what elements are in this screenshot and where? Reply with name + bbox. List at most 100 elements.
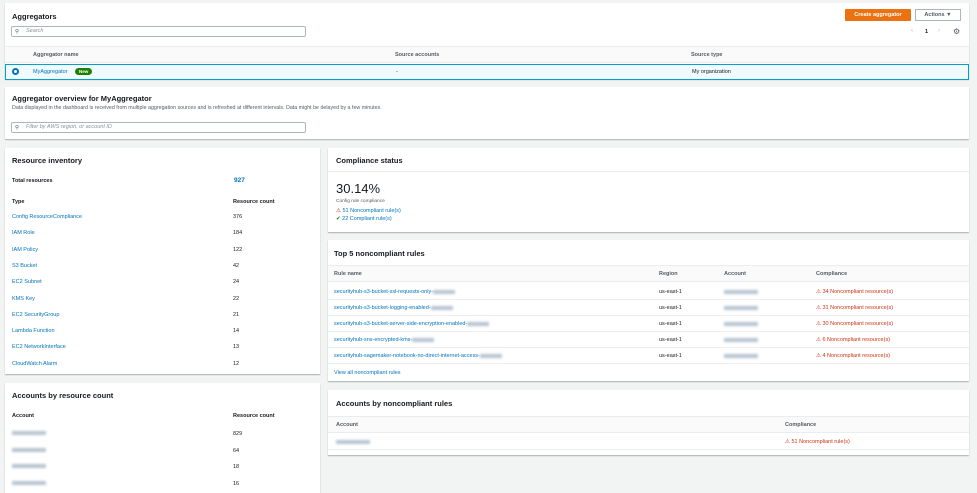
aggregators-title: Aggregators — [12, 12, 57, 21]
filter-placeholder: Filter by AWS region, or account ID — [26, 124, 112, 130]
noncompliant-resources-link[interactable]: ⚠ 6 Noncompliant resource(s) — [816, 337, 890, 343]
resource-count: 829 — [233, 431, 243, 437]
noncompliant-count[interactable]: ⚠ 51 Noncompliant rule(s) — [785, 439, 850, 445]
region: us-east-1 — [659, 337, 682, 343]
noncompliant-resources-link[interactable]: ⚠ 34 Noncompliant resource(s) — [816, 289, 893, 295]
source-type-value: My organization — [692, 69, 731, 75]
rule-name: securityhub-sns-encrypted-kms- — [334, 337, 413, 343]
account-id-redacted[interactable] — [12, 431, 46, 437]
table-row: ⚠ 51 Noncompliant rule(s) — [328, 434, 969, 450]
warning-icon: ⚠ — [816, 337, 821, 343]
rule-name: securityhub-sagemaker-notebook-no-direct… — [334, 353, 480, 359]
resource-type-link[interactable]: EC2 Subnet — [12, 279, 42, 285]
account-id-redacted — [724, 305, 758, 311]
view-all-noncompliant-link[interactable]: View all noncompliant rules — [334, 370, 401, 376]
rule-name-link[interactable]: securityhub-sagemaker-notebook-no-direct… — [334, 353, 502, 359]
warning-icon: ⚠ — [816, 305, 821, 311]
resource-count: 122 — [233, 246, 243, 253]
page-number[interactable]: 1 — [925, 29, 928, 35]
search-icon: ⚲ — [15, 125, 20, 131]
actions-button[interactable]: Actions ▼ — [915, 9, 961, 21]
table-row: securityhub-sns-encrypted-kms- us-east-1… — [328, 332, 969, 348]
search-input[interactable]: ⚲ Search — [11, 26, 306, 37]
col-source-accounts[interactable]: Source accounts — [395, 52, 439, 58]
resource-count: 13 — [233, 344, 240, 351]
region: us-east-1 — [659, 321, 682, 327]
resource-type-link[interactable]: S3 Bucket — [12, 263, 37, 269]
check-circle-icon: ✔ — [336, 216, 341, 222]
resource-count: 376 — [233, 214, 243, 220]
resource-type-link[interactable]: CloudWatch Alarm — [12, 361, 57, 367]
account-id-redacted[interactable] — [12, 447, 46, 454]
total-resources-value[interactable]: 927 — [234, 177, 245, 184]
account-id-redacted[interactable] — [336, 439, 370, 445]
compliant-rules-link[interactable]: ✔ 22 Compliant rule(s) — [336, 216, 392, 222]
overview-panel: Aggregator overview for MyAggregator Dat… — [5, 87, 969, 139]
actions-label: Actions — [924, 12, 945, 18]
region-account-filter-input[interactable]: ⚲ Filter by AWS region, or account ID — [11, 122, 306, 133]
aggregator-name-link[interactable]: MyAggregator — [33, 69, 68, 75]
rule-name-link[interactable]: securityhub-s3-bucket-server-side-encryp… — [334, 321, 490, 327]
accounts-by-noncompliant-panel: Accounts by noncompliant rules Account C… — [328, 390, 969, 455]
resource-count: 24 — [233, 279, 240, 286]
col-account: Account — [12, 413, 34, 419]
warning-icon: ⚠ — [816, 321, 821, 327]
compliance-title: Compliance status — [336, 156, 403, 165]
rule-name-link[interactable]: securityhub-sns-encrypted-kms- — [334, 337, 435, 343]
noncompliant-resources-link[interactable]: ⚠ 31 Noncompliant resource(s) — [816, 305, 893, 311]
resource-type-link[interactable]: IAM Role — [12, 230, 35, 236]
caret-down-icon: ▼ — [946, 12, 952, 18]
col-source-type[interactable]: Source type — [691, 52, 722, 58]
resource-count: 184 — [233, 230, 243, 237]
rule-name: securityhub-s3-bucket-server-side-encryp… — [334, 321, 468, 327]
row-radio[interactable] — [12, 68, 19, 75]
col-type: Type — [12, 199, 25, 205]
col-aggregator-name[interactable]: Aggregator name — [33, 52, 79, 58]
warning-icon: ⚠ — [816, 289, 821, 295]
resource-type-link[interactable]: EC2 NetworkInterface — [12, 344, 66, 350]
overview-title: Aggregator overview for MyAggregator — [12, 94, 152, 103]
region: us-east-1 — [659, 353, 682, 359]
noncompliant-resources-link[interactable]: ⚠ 30 Noncompliant resource(s) — [816, 321, 893, 327]
resource-count: 21 — [233, 311, 240, 318]
prev-page-icon[interactable]: ‹ — [911, 28, 913, 34]
accounts-noncompliant-title: Accounts by noncompliant rules — [336, 399, 453, 408]
search-icon: ⚲ — [15, 29, 20, 35]
rule-name-link[interactable]: securityhub-s3-bucket-logging-enabled- — [334, 305, 453, 311]
resource-type-link[interactable]: KMS Key — [12, 296, 35, 302]
compliance-status-panel: Compliance status 30.14% Config rule com… — [328, 148, 969, 232]
resource-type-link[interactable]: IAM Policy — [12, 247, 38, 253]
resource-type-link[interactable]: EC2 SecurityGroup — [12, 312, 59, 318]
resource-type-link[interactable]: Lambda Function — [12, 328, 55, 334]
accounts-by-resource-panel: Accounts by resource count Account Resou… — [5, 383, 320, 493]
new-badge: New — [75, 68, 93, 75]
next-page-icon[interactable]: › — [938, 28, 940, 34]
account-id-redacted — [724, 289, 758, 295]
compliance-text: 4 Noncompliant resource(s) — [822, 353, 891, 359]
account-id-redacted[interactable] — [12, 480, 46, 487]
settings-gear-icon[interactable]: ⚙ — [953, 27, 960, 36]
top5-noncompliant-panel: Top 5 noncompliant rules Rule name Regio… — [328, 240, 969, 381]
resource-count: 16 — [233, 480, 240, 487]
col-region: Region — [659, 271, 678, 277]
col-compliance: Compliance — [816, 271, 848, 277]
total-resources-label: Total resources — [12, 178, 53, 184]
table-row: securityhub-sagemaker-notebook-no-direct… — [328, 348, 969, 364]
overview-description: Data displayed in the dashboard is recei… — [12, 105, 382, 111]
rule-name-link[interactable]: securityhub-s3-bucket-ssl-requests-only- — [334, 289, 456, 295]
resource-type-link[interactable]: Config ResourceCompliance — [12, 214, 82, 220]
inventory-title: Resource inventory — [12, 156, 83, 165]
account-id-redacted — [724, 321, 758, 327]
col-resource-count: Resource count — [233, 413, 275, 419]
col-rule-name: Rule name — [334, 271, 362, 277]
top5-table-header: Rule name Region Account Compliance — [328, 265, 969, 282]
compliance-percent: 30.14% — [336, 181, 381, 196]
table-row[interactable]: MyAggregator New - My organization — [5, 64, 969, 80]
create-aggregator-button[interactable]: Create aggregator — [845, 9, 911, 21]
account-id-redacted — [724, 337, 758, 343]
noncompliant-rules-text: 51 Noncompliant rule(s) — [342, 208, 401, 214]
account-id-redacted[interactable] — [12, 464, 46, 470]
noncompliant-resources-link[interactable]: ⚠ 4 Noncompliant resource(s) — [816, 353, 890, 359]
resource-count: 22 — [233, 295, 240, 302]
noncompliant-rules-link[interactable]: ⚠ 51 Noncompliant rule(s) — [336, 208, 401, 214]
